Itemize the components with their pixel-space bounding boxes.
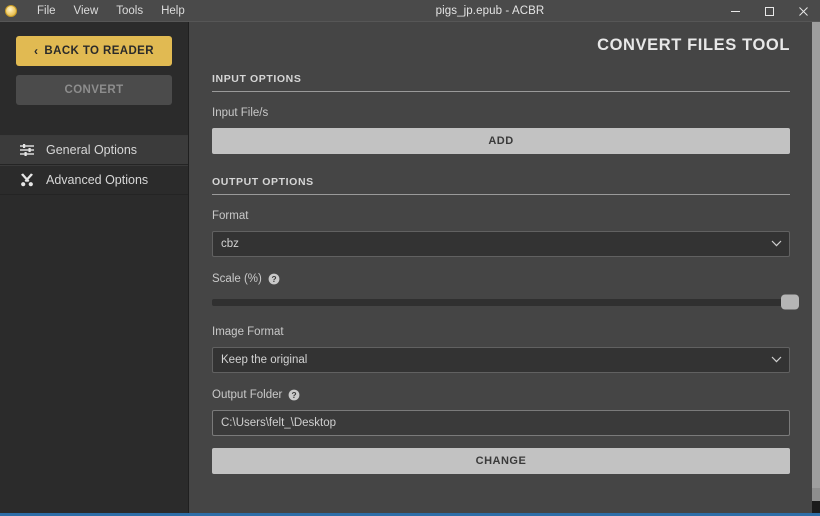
add-files-button[interactable]: ADD [212, 128, 790, 154]
sidebar-item-advanced-options-label: Advanced Options [46, 173, 149, 187]
add-files-label: ADD [488, 135, 514, 147]
menu-item-help[interactable]: Help [152, 1, 194, 21]
scale-label-text: Scale (%) [212, 273, 262, 285]
chevron-left-icon: ‹ [34, 44, 39, 58]
sidebar-nav: General Options Advanced Options [0, 135, 188, 195]
chevron-down-icon [771, 354, 782, 366]
output-options-heading: OUTPUT OPTIONS [212, 176, 790, 195]
output-folder-value: C:\Users\felt_\Desktop [221, 417, 337, 429]
image-format-label: Image Format [212, 326, 790, 338]
help-circle-icon[interactable]: ? [268, 273, 280, 285]
acbr-circle-icon [5, 4, 17, 17]
format-select[interactable]: cbz [212, 231, 790, 257]
window-controls [718, 0, 820, 22]
scale-slider[interactable] [212, 294, 799, 310]
convert-label: CONVERT [64, 84, 124, 96]
convert-button[interactable]: CONVERT [16, 75, 172, 105]
output-folder-label-text: Output Folder [212, 389, 283, 401]
input-files-label-text: Input File/s [212, 107, 269, 119]
back-to-reader-button[interactable]: ‹ BACK TO READER [16, 36, 172, 66]
menu-item-file[interactable]: File [28, 1, 65, 21]
input-files-label: Input File/s [212, 107, 790, 119]
sliders-icon [18, 142, 35, 159]
scrollbar-thumb[interactable] [812, 22, 820, 488]
tools-icon [18, 172, 35, 189]
change-output-folder-label: CHANGE [475, 455, 527, 467]
image-format-value: Keep the original [221, 354, 308, 366]
back-to-reader-label: BACK TO READER [44, 45, 154, 57]
application-window: File View Tools Help pigs_jp.epub - ACBR… [0, 0, 820, 516]
sidebar-item-advanced-options[interactable]: Advanced Options [0, 165, 188, 195]
image-format-label-text: Image Format [212, 326, 284, 338]
sidebar-item-general-options-label: General Options [46, 143, 138, 157]
page-title: CONVERT FILES TOOL [597, 36, 790, 54]
change-output-folder-button[interactable]: CHANGE [212, 448, 790, 474]
main-panel: CONVERT FILES TOOL INPUT OPTIONS Input F… [190, 22, 812, 513]
input-options-heading: INPUT OPTIONS [212, 73, 790, 92]
sidebar-actions: ‹ BACK TO READER CONVERT [0, 22, 188, 113]
minimize-button[interactable] [718, 0, 752, 22]
app-icon [0, 0, 22, 22]
sidebar: ‹ BACK TO READER CONVERT General Options… [0, 22, 189, 513]
scrollbar-down-arrow[interactable] [812, 501, 820, 513]
title-bar: File View Tools Help pigs_jp.epub - ACBR [0, 0, 820, 22]
chevron-down-icon [771, 238, 782, 250]
image-format-select[interactable]: Keep the original [212, 347, 790, 373]
menu-item-tools[interactable]: Tools [107, 1, 152, 21]
scale-label: Scale (%) ? [212, 273, 790, 285]
output-folder-label: Output Folder ? [212, 389, 790, 401]
help-circle-icon[interactable]: ? [288, 389, 300, 401]
format-label: Format [212, 210, 790, 222]
menu-bar: File View Tools Help [28, 1, 194, 21]
close-button[interactable] [786, 0, 820, 22]
format-value: cbz [221, 238, 239, 250]
output-folder-input[interactable]: C:\Users\felt_\Desktop [212, 410, 790, 436]
scale-slider-track [212, 298, 790, 306]
sidebar-item-general-options[interactable]: General Options [0, 135, 188, 165]
format-label-text: Format [212, 210, 249, 222]
scale-slider-thumb[interactable] [781, 294, 799, 310]
svg-text:?: ? [292, 390, 297, 400]
vertical-scrollbar[interactable] [812, 22, 820, 513]
maximize-button[interactable] [752, 0, 786, 22]
svg-text:?: ? [271, 274, 276, 284]
menu-item-view[interactable]: View [65, 1, 108, 21]
